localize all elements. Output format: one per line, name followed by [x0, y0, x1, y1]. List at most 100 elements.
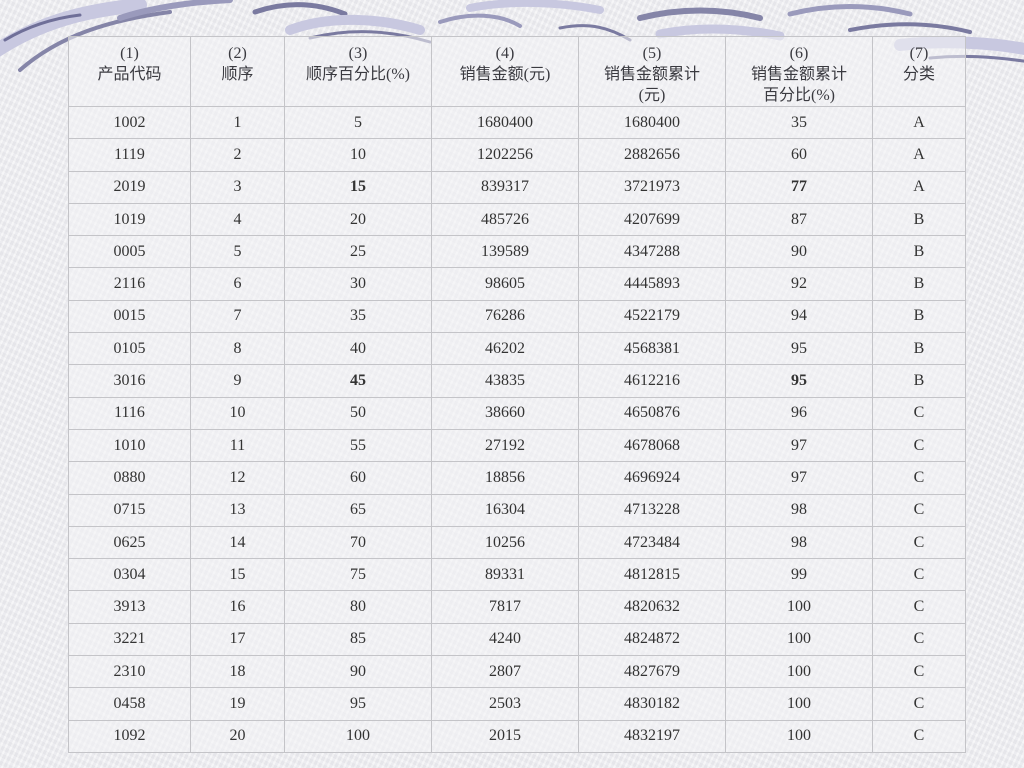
cell-order-percent: 90 — [284, 655, 432, 689]
cell-cumulative-sales: 4827679 — [578, 655, 726, 689]
cell-cumulative-sales-percent: 100 — [725, 655, 873, 689]
cell-sales-amount: 2503 — [431, 687, 579, 721]
table-row: 0304 15 75 89331 4812815 99 C — [68, 558, 966, 592]
cell-order: 17 — [190, 622, 285, 657]
cell-sales-amount: 1680400 — [431, 105, 579, 140]
cell-cumulative-sales: 4812815 — [578, 558, 726, 592]
cell-product-code: 2019 — [68, 170, 191, 204]
cell-category: A — [872, 170, 966, 204]
header-order: (2) 顺序 — [190, 36, 285, 107]
cell-product-code: 2310 — [68, 655, 191, 689]
cell-cumulative-sales: 4568381 — [578, 332, 726, 366]
cell-cumulative-sales-percent: 77 — [725, 170, 873, 204]
cell-cumulative-sales-percent: 96 — [725, 396, 873, 430]
cell-order-percent: 85 — [284, 622, 432, 657]
cell-sales-amount: 43835 — [431, 364, 579, 398]
cell-category: C — [872, 525, 966, 560]
table-row: 0625 14 70 10256 4723484 98 C — [68, 525, 966, 560]
header-sales-amount: (4) 销售金额(元) — [431, 36, 579, 107]
cell-product-code: 3913 — [68, 590, 191, 624]
header-number: (3) — [348, 45, 368, 62]
cell-cumulative-sales-percent: 94 — [725, 299, 873, 334]
table-body: 1002 1 5 1680400 1680400 35 A 1119 2 10 1202256 288… — [68, 105, 966, 753]
cell-sales-amount: 38660 — [431, 396, 579, 430]
cell-product-code: 0458 — [68, 687, 191, 721]
cell-order: 12 — [190, 461, 285, 495]
cell-category: C — [872, 687, 966, 721]
cell-order: 4 — [190, 202, 285, 237]
cell-product-code: 2116 — [68, 267, 191, 301]
header-number: (4) — [495, 45, 515, 62]
cell-product-code: 3016 — [68, 364, 191, 398]
table-row: 1002 1 5 1680400 1680400 35 A — [68, 105, 966, 140]
cell-order-percent: 75 — [284, 558, 432, 592]
cell-product-code: 0015 — [68, 299, 191, 334]
cell-cumulative-sales-percent: 95 — [725, 364, 873, 398]
table-row: 3016 9 45 43835 4612216 95 B — [68, 364, 966, 398]
cell-product-code: 1019 — [68, 202, 191, 237]
header-label: 顺序 — [221, 66, 254, 83]
cell-cumulative-sales-percent: 60 — [725, 138, 873, 172]
cell-cumulative-sales: 4696924 — [578, 461, 726, 495]
cell-order: 10 — [190, 396, 285, 430]
cell-cumulative-sales: 3721973 — [578, 170, 726, 204]
cell-cumulative-sales-percent: 100 — [725, 719, 873, 753]
cell-category: C — [872, 461, 966, 495]
cell-cumulative-sales: 4723484 — [578, 525, 726, 560]
header-number: (2) — [228, 45, 247, 62]
cell-category: B — [872, 235, 966, 269]
cell-cumulative-sales-percent: 87 — [725, 202, 873, 237]
cell-product-code: 0625 — [68, 525, 191, 560]
cell-cumulative-sales-percent: 98 — [725, 525, 873, 560]
cell-sales-amount: 98605 — [431, 267, 579, 301]
header-label: 销售金额(元) — [459, 66, 551, 83]
cell-sales-amount: 18856 — [431, 461, 579, 495]
header-number: (1) — [120, 45, 139, 62]
header-cumulative-sales-percent: (6) 销售金额累计百分比(%) — [725, 36, 873, 107]
cell-sales-amount: 27192 — [431, 428, 579, 463]
cell-product-code: 0005 — [68, 235, 191, 269]
cell-order-percent: 50 — [284, 396, 432, 430]
cell-product-code: 1092 — [68, 719, 191, 753]
header-label: 分类 — [902, 66, 935, 83]
header-category: (7) 分类 — [872, 36, 966, 107]
cell-cumulative-sales: 4522179 — [578, 299, 726, 334]
header-number: (7) — [909, 45, 929, 62]
table-row: 1119 2 10 1202256 2882656 60 A — [68, 138, 966, 172]
cell-cumulative-sales: 2882656 — [578, 138, 726, 172]
cell-order: 1 — [190, 105, 285, 140]
cell-order: 2 — [190, 138, 285, 172]
table-row: 0015 7 35 76286 4522179 94 B — [68, 299, 966, 334]
cell-product-code: 1116 — [68, 396, 191, 430]
cell-cumulative-sales: 4713228 — [578, 493, 726, 527]
header-label: 顺序百分比(%) — [306, 66, 410, 83]
cell-product-code: 1119 — [68, 138, 191, 172]
cell-order: 9 — [190, 364, 285, 398]
cell-order-percent: 65 — [284, 493, 432, 527]
cell-cumulative-sales: 4612216 — [578, 364, 726, 398]
cell-sales-amount: 2015 — [431, 719, 579, 753]
cell-category: A — [872, 138, 966, 172]
table-row: 0105 8 40 46202 4568381 95 B — [68, 332, 966, 366]
table-row: 1010 11 55 27192 4678068 97 C — [68, 428, 966, 463]
cell-cumulative-sales: 1680400 — [578, 105, 726, 140]
cell-category: B — [872, 202, 966, 237]
cell-category: C — [872, 622, 966, 657]
cell-order: 7 — [190, 299, 285, 334]
cell-category: C — [872, 428, 966, 463]
cell-order-percent: 20 — [284, 202, 432, 237]
table-row: 2310 18 90 2807 4827679 100 C — [68, 655, 966, 689]
cell-category: C — [872, 655, 966, 689]
header-order-percent: (3) 顺序百分比(%) — [284, 36, 432, 107]
table-row: 2116 6 30 98605 4445893 92 B — [68, 267, 966, 301]
cell-order-percent: 25 — [284, 235, 432, 269]
cell-cumulative-sales: 4824872 — [578, 622, 726, 657]
cell-order: 3 — [190, 170, 285, 204]
cell-cumulative-sales: 4207699 — [578, 202, 726, 237]
table-row: 3913 16 80 7817 4820632 100 C — [68, 590, 966, 624]
cell-sales-amount: 89331 — [431, 558, 579, 592]
cell-product-code: 3221 — [68, 622, 191, 657]
cell-category: C — [872, 493, 966, 527]
cell-order-percent: 30 — [284, 267, 432, 301]
cell-sales-amount: 10256 — [431, 525, 579, 560]
